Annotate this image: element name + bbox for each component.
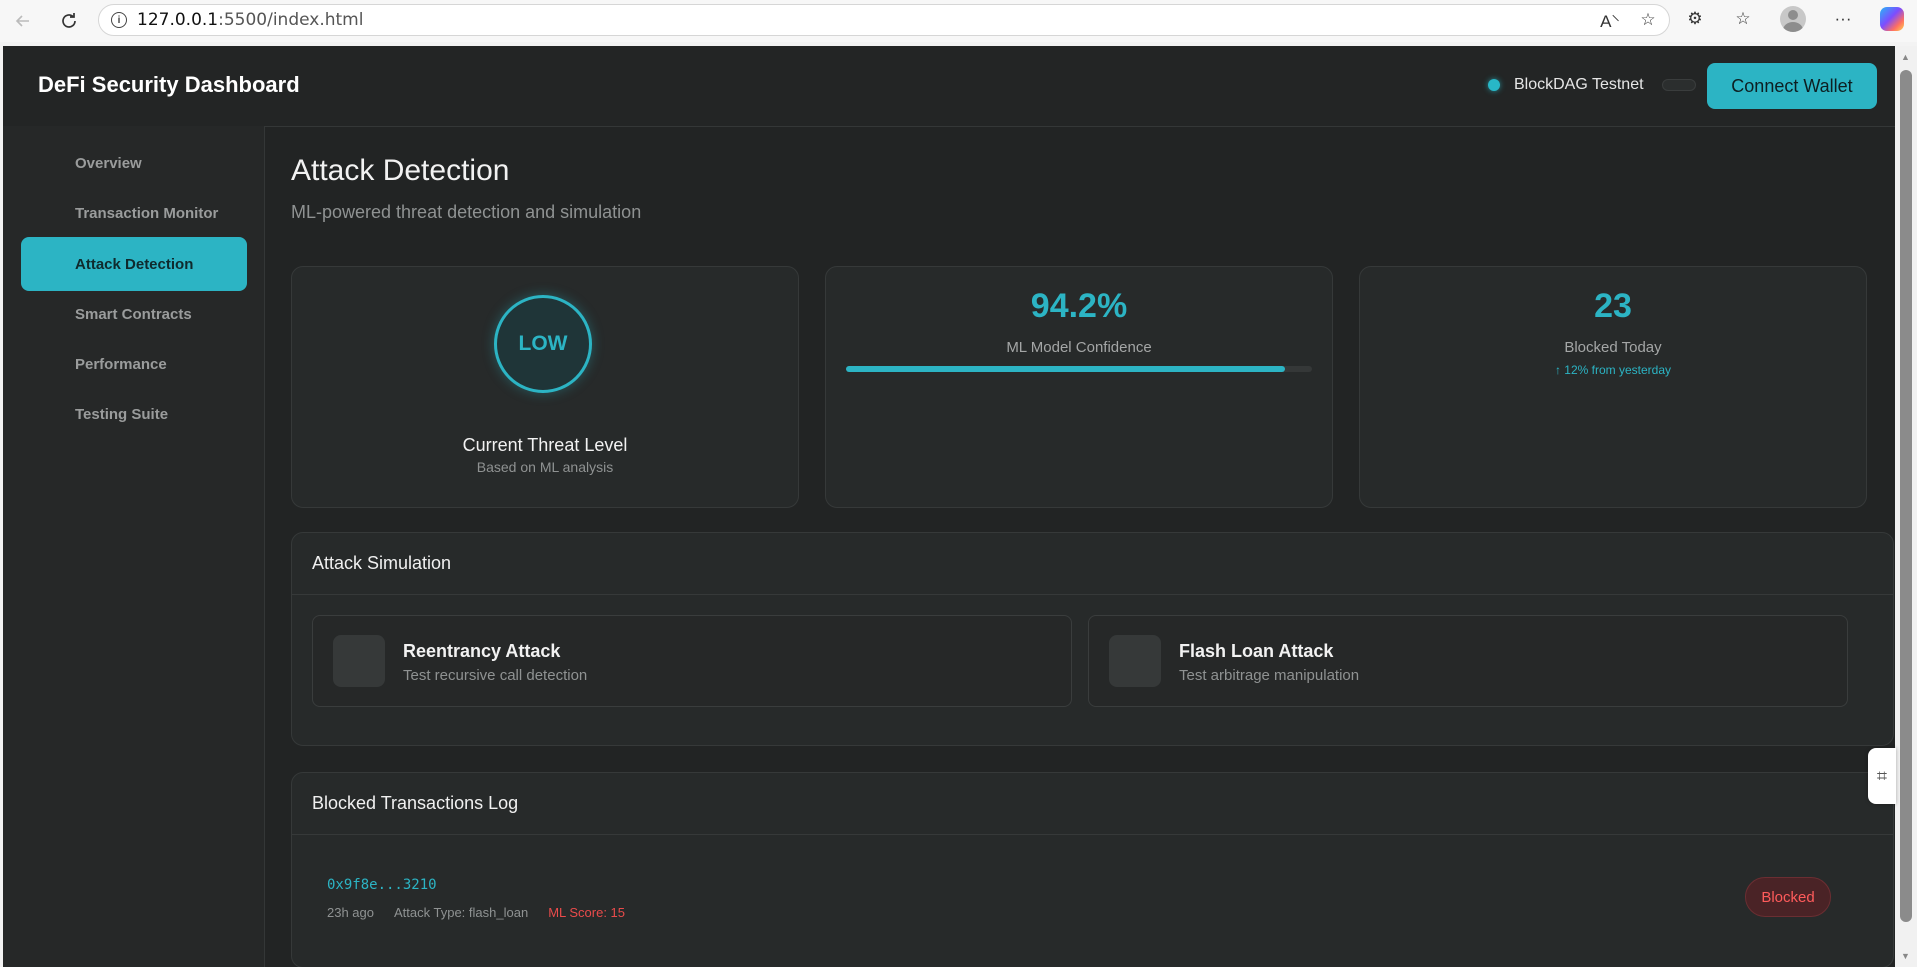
profile-icon[interactable]	[1780, 6, 1806, 32]
ml-confidence-progress-fill	[846, 366, 1285, 372]
transaction-hash[interactable]: 0x9f8e...3210	[327, 877, 437, 893]
dashboard-app: DeFi Security Dashboard BlockDAG Testnet…	[3, 46, 1895, 967]
sidebar-item-testing-suite[interactable]: Testing Suite	[21, 387, 247, 441]
sidebar-item-attack-detection[interactable]: Attack Detection	[21, 237, 247, 291]
blocked-log-title: Blocked Transactions Log	[292, 773, 1893, 835]
blocked-transactions-log: Blocked Transactions Log 0x9f8e...3210 2…	[291, 772, 1894, 967]
network-status-dot	[1488, 79, 1500, 91]
favorites-icon[interactable]: ☆	[1732, 8, 1754, 30]
flash-loan-attack-icon	[1109, 635, 1161, 687]
blocked-today-card: 23 Blocked Today ↑ 12% from yesterday	[1359, 266, 1867, 508]
page-title: Attack Detection	[291, 154, 510, 187]
url-path: :5500/index.html	[218, 10, 364, 30]
app-header: DeFi Security Dashboard BlockDAG Testnet…	[3, 46, 1895, 127]
flash-loan-attack-button[interactable]: Flash Loan Attack Test arbitrage manipul…	[1088, 615, 1848, 707]
threat-level-indicator: LOW	[494, 295, 592, 393]
connect-wallet-button[interactable]: Connect Wallet	[1707, 63, 1877, 109]
favorite-star-icon[interactable]: ☆	[1637, 9, 1659, 31]
threat-level-card: LOW Current Threat Level Based on ML ana…	[291, 266, 799, 508]
blocked-today-trend: ↑ 12% from yesterday	[1554, 363, 1672, 377]
extensions-icon[interactable]: ⚙	[1684, 8, 1706, 30]
attack-simulation-panel: Attack Simulation Reentrancy Attack Test…	[291, 532, 1894, 746]
blocked-today-value: 23	[1594, 287, 1632, 325]
scroll-up-icon[interactable]: ▲	[1901, 52, 1910, 62]
attack-simulation-title: Attack Simulation	[292, 533, 1893, 595]
ml-confidence-label: ML Model Confidence	[1006, 339, 1152, 356]
copilot-icon[interactable]	[1880, 7, 1904, 31]
sidebar-toggle-icon[interactable]: ⌗	[1868, 748, 1896, 804]
main-content: Attack Detection ML-powered threat detec…	[265, 126, 1895, 967]
ml-confidence-progress-bar	[846, 366, 1312, 372]
reentrancy-attack-button[interactable]: Reentrancy Attack Test recursive call de…	[312, 615, 1072, 707]
network-label: BlockDAG Testnet	[1514, 76, 1644, 93]
threat-level-title: Current Threat Level	[462, 435, 628, 455]
sidebar: Overview Transaction Monitor Attack Dete…	[3, 126, 265, 967]
read-aloud-icon[interactable]: A⸌	[1599, 9, 1621, 31]
transaction-time: 23h ago	[327, 905, 374, 920]
attack-description: Test recursive call detection	[403, 667, 588, 684]
ml-score: ML Score: 15	[548, 905, 626, 920]
attack-name: Reentrancy Attack	[403, 641, 561, 661]
ml-confidence-value: 94.2%	[1030, 287, 1128, 325]
reentrancy-attack-icon	[333, 635, 385, 687]
sidebar-item-smart-contracts[interactable]: Smart Contracts	[21, 287, 247, 341]
blocked-today-label: Blocked Today	[1564, 339, 1662, 356]
attack-type: Attack Type: flash_loan	[394, 905, 529, 920]
network-indicator: BlockDAG Testnet	[1488, 76, 1696, 94]
sidebar-item-overview[interactable]: Overview	[21, 136, 247, 190]
page-scrollbar[interactable]: ▲ ▼	[1895, 46, 1917, 967]
url-host: 127.0.0.1	[137, 10, 219, 30]
scrollbar-thumb[interactable]	[1900, 70, 1912, 922]
url-text: 127.0.0.1:5500/index.html	[137, 10, 363, 30]
sidebar-item-performance[interactable]: Performance	[21, 337, 247, 391]
attack-description: Test arbitrage manipulation	[1179, 667, 1360, 684]
scroll-down-icon[interactable]: ▼	[1901, 951, 1910, 961]
brand-title: DeFi Security Dashboard	[38, 72, 300, 97]
network-toggle[interactable]	[1661, 79, 1696, 91]
transaction-meta: 23h ago Attack Type: flash_loan ML Score…	[327, 905, 625, 920]
reload-icon[interactable]	[54, 6, 84, 36]
page-subtitle: ML-powered threat detection and simulati…	[291, 202, 642, 222]
address-bar[interactable]: i 127.0.0.1:5500/index.html A⸌ ☆	[98, 4, 1670, 36]
back-arrow-icon[interactable]	[8, 6, 38, 36]
more-icon[interactable]: ···	[1832, 8, 1854, 30]
info-icon[interactable]: i	[111, 12, 127, 28]
status-badge: Blocked	[1745, 877, 1831, 917]
sidebar-item-transaction-monitor[interactable]: Transaction Monitor	[21, 186, 247, 240]
threat-level-subtitle: Based on ML analysis	[476, 459, 614, 475]
browser-toolbar: i 127.0.0.1:5500/index.html A⸌ ☆ ⚙ ☆ ···	[0, 0, 1917, 42]
attack-name: Flash Loan Attack	[1179, 641, 1334, 661]
ml-confidence-card: 94.2% ML Model Confidence	[825, 266, 1333, 508]
